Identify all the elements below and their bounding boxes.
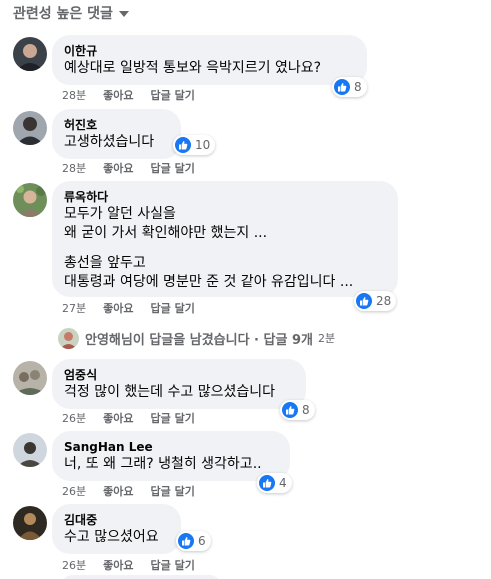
comment-text-line: 모두가 알던 사실을: [64, 206, 176, 222]
reply-button[interactable]: 답글 달기: [151, 483, 195, 499]
comment-time[interactable]: 26분: [62, 410, 86, 426]
comment-bubble: 이한규 예상대로 일방적 통보와 윽박지르기 였나요?: [52, 35, 367, 85]
comment-actions: 26분 좋아요 답글 달기: [62, 557, 212, 573]
like-icon: [282, 402, 298, 418]
view-replies-link[interactable]: 안영해님이 답글을 남겼습니다 · 답글 9개 2분: [58, 327, 335, 349]
comment-time[interactable]: 28분: [62, 160, 86, 176]
next-comment-bubble: [62, 575, 220, 579]
avatar[interactable]: [13, 433, 47, 467]
comment-author[interactable]: 이한규: [64, 43, 355, 59]
like-button[interactable]: 좋아요: [103, 300, 133, 316]
avatar[interactable]: [13, 111, 47, 145]
comment-actions: 28분 좋아요 답글 달기: [62, 160, 212, 176]
reaction-count: 8: [302, 403, 310, 417]
comment-bubble: 김대중 수고 많으셨어요: [52, 504, 181, 554]
comment-time[interactable]: 26분: [62, 483, 86, 499]
comment-bubble: SangHan Lee 너, 또 왜 그래? 냉철히 생각하고..: [52, 431, 290, 481]
like-icon: [334, 79, 350, 95]
comment-time[interactable]: 28분: [62, 87, 86, 103]
comment-time[interactable]: 27분: [62, 300, 86, 316]
comment-bubble: 허진호 고생하셨습니다: [52, 109, 181, 159]
comment-actions: 28분 좋아요 답글 달기: [62, 87, 212, 103]
reaction-count: 8: [354, 80, 362, 94]
reply-button[interactable]: 답글 달기: [151, 160, 195, 176]
reply-button[interactable]: 답글 달기: [151, 300, 195, 316]
comment-author[interactable]: SangHan Lee: [64, 439, 278, 455]
comment-text-line: 대통령과 여당에 명분만 준 것 같아 유감입니다 ...: [64, 274, 354, 290]
reply-button[interactable]: 답글 달기: [151, 410, 195, 426]
like-button[interactable]: 좋아요: [103, 87, 133, 103]
like-button[interactable]: 좋아요: [103, 410, 133, 426]
reaction-count-badge[interactable]: 8: [332, 77, 367, 97]
comment-text: 너, 또 왜 그래? 냉철히 생각하고..: [64, 456, 262, 472]
avatar[interactable]: [13, 506, 47, 540]
reaction-count: 4: [279, 476, 287, 490]
comment-author[interactable]: 김대중: [64, 512, 169, 528]
comment-text: 고생하셨습니다: [64, 134, 155, 150]
comment-author[interactable]: 엄중식: [64, 367, 294, 383]
reaction-count-badge[interactable]: 8: [280, 400, 315, 420]
like-button[interactable]: 좋아요: [103, 557, 133, 573]
reply-summary-time: 2분: [317, 332, 336, 345]
like-icon: [178, 533, 194, 549]
reaction-count-badge[interactable]: 4: [257, 473, 292, 493]
comment-bubble: 엄중식 걱정 많이 했는데 수고 많으셨습니다: [52, 359, 306, 409]
comment-text-line: 왜 굳이 가서 확인해야만 했는지 ...: [64, 225, 268, 241]
reply-button[interactable]: 답글 달기: [151, 557, 195, 573]
like-icon: [175, 137, 191, 153]
comment-actions: 27분 좋아요 답글 달기: [62, 300, 212, 316]
like-button[interactable]: 좋아요: [103, 160, 133, 176]
reaction-count-badge[interactable]: 10: [173, 135, 216, 155]
comment-author[interactable]: 류옥하다: [64, 189, 386, 205]
comment-actions: 26분 좋아요 답글 달기: [62, 410, 212, 426]
caret-down-icon: [118, 10, 129, 17]
reply-summary-text: 안영해님이 답글을 남겼습니다 · 답글 9개: [85, 332, 313, 348]
comment-text-line: 총선을 앞두고: [64, 255, 146, 271]
replier-avatar: [58, 327, 79, 349]
reaction-count-badge[interactable]: 28: [354, 291, 397, 311]
comment-author[interactable]: 허진호: [64, 117, 169, 133]
comment-actions: 26분 좋아요 답글 달기: [62, 483, 212, 499]
reaction-count-badge[interactable]: 6: [176, 531, 211, 551]
avatar[interactable]: [13, 37, 47, 71]
reply-button[interactable]: 답글 달기: [151, 87, 195, 103]
like-button[interactable]: 좋아요: [103, 483, 133, 499]
comment-text: 예상대로 일방적 통보와 윽박지르기 였나요?: [64, 60, 322, 76]
reaction-count: 6: [198, 534, 206, 548]
avatar[interactable]: [13, 361, 47, 395]
reaction-count: 10: [195, 138, 211, 152]
comment-time[interactable]: 26분: [62, 557, 86, 573]
reaction-count: 28: [376, 294, 392, 308]
avatar[interactable]: [13, 183, 47, 217]
comment-text: 걱정 많이 했는데 수고 많으셨습니다: [64, 384, 275, 400]
like-icon: [356, 293, 372, 309]
like-icon: [259, 475, 275, 491]
comment-text: 수고 많으셨어요: [64, 529, 159, 545]
sort-label: 관련성 높은 댓글: [13, 6, 113, 22]
comment-bubble: 류옥하다 모두가 알던 사실을 왜 굳이 가서 확인해야만 했는지 ... 총선…: [52, 181, 398, 297]
comment-sort-dropdown[interactable]: 관련성 높은 댓글: [13, 3, 129, 23]
